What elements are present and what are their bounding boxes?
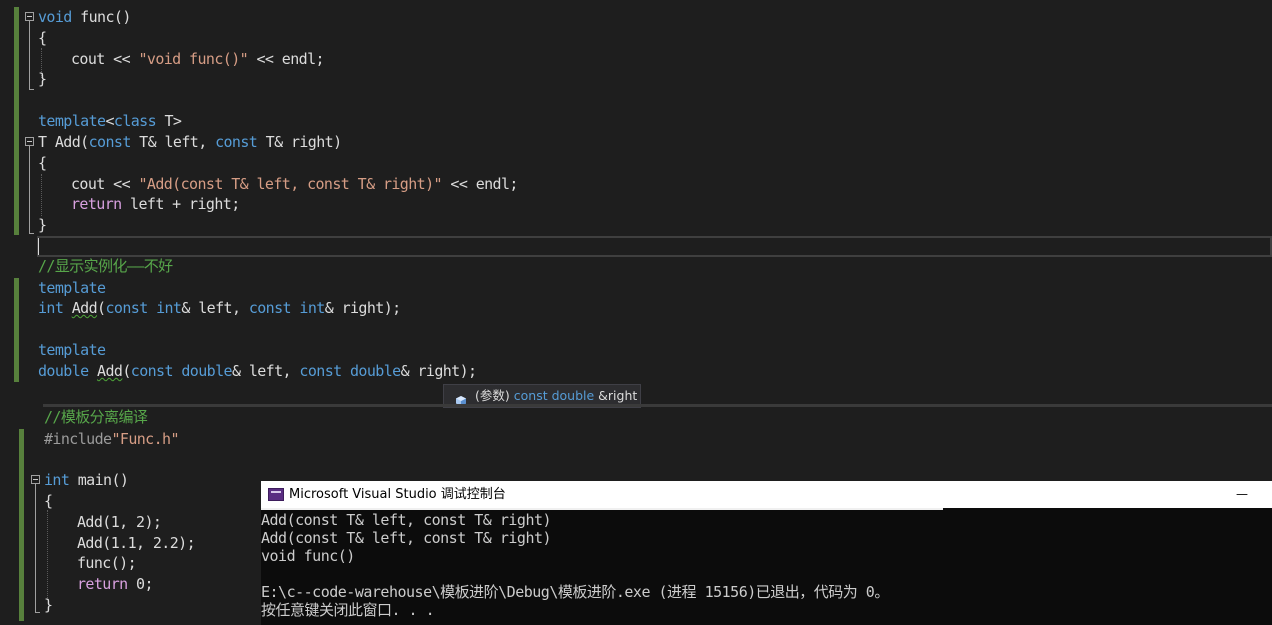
code-text: cout << <box>71 50 139 68</box>
keyword: template <box>38 279 106 297</box>
code-line[interactable]: template<class T> <box>0 111 1272 132</box>
string-literal: "Add(const T& left, const T& right)" <box>138 175 442 193</box>
code-line[interactable]: #include"Func.h" <box>0 429 1272 450</box>
code-line[interactable]: template <box>0 340 1272 361</box>
keyword: template <box>38 341 106 359</box>
code-line[interactable]: return left + right; <box>0 194 1272 215</box>
code-line[interactable]: cout << "Add(const T& left, const T& rig… <box>0 174 1272 195</box>
code-text: << endl; <box>248 50 324 68</box>
keyword: int <box>44 471 70 489</box>
keyword: class <box>113 112 157 130</box>
code-text: << endl; <box>441 175 518 193</box>
code-line[interactable]: { <box>0 153 1272 174</box>
code-line[interactable]: } <box>0 69 1272 90</box>
function-name: Add <box>71 299 98 317</box>
keyword: const <box>88 133 132 151</box>
code-text: & right); <box>400 362 477 380</box>
code-text: { <box>38 154 47 172</box>
code-line[interactable]: cout << "void func()" << endl; <box>0 49 1272 70</box>
code-line[interactable]: template <box>0 278 1272 299</box>
code-text: cout << <box>71 175 139 193</box>
code-line[interactable]: { <box>0 28 1272 49</box>
console-title: Microsoft Visual Studio 调试控制台 <box>289 487 506 502</box>
current-line-highlight[interactable] <box>37 236 1272 257</box>
code-text: < <box>105 112 114 130</box>
code-line[interactable]: int Add(const int& left, const int& righ… <box>0 298 1272 319</box>
console-output-line: Add(const T& left, const T& right) <box>261 511 552 529</box>
code-text: 0; <box>127 575 153 593</box>
code-text: left + right; <box>121 195 240 213</box>
code-text: & right); <box>324 299 401 317</box>
comment: //模板分离编译 <box>44 408 148 426</box>
console-output-line: E:\c--code-warehouse\模板进阶\Debug\模板进阶.exe… <box>261 583 889 601</box>
code-text: Add( <box>46 133 89 151</box>
code-text: & left, <box>181 299 249 317</box>
code-text: Add(1, 2); <box>77 513 162 531</box>
keyword: const <box>105 299 148 317</box>
keyword: return <box>71 195 122 213</box>
text-caret <box>38 238 39 255</box>
console-title-bar[interactable]: Microsoft Visual Studio 调试控制台 — <box>261 481 1272 508</box>
tooltip-type: const double <box>513 388 595 403</box>
string-literal: "Func.h" <box>111 430 179 448</box>
code-text: func(); <box>77 554 137 572</box>
keyword: double <box>38 362 89 380</box>
code-line[interactable]: } <box>0 215 1272 236</box>
code-line[interactable]: //显示实例化——不好 <box>0 256 1272 277</box>
code-text: T& left, <box>130 133 216 151</box>
keyword: const <box>130 362 174 380</box>
keyword: const <box>215 133 258 151</box>
code-line[interactable]: void func() <box>0 7 1272 28</box>
code-text: T& right) <box>257 133 342 151</box>
code-text: T> <box>156 112 182 130</box>
debug-console-window[interactable]: Microsoft Visual Studio 调试控制台 — Add(cons… <box>261 481 1272 625</box>
keyword: const <box>248 299 292 317</box>
preprocessor: #include <box>44 430 112 448</box>
keyword: int <box>38 299 64 317</box>
string-literal: "void func()" <box>138 50 249 68</box>
code-text: } <box>44 596 53 614</box>
code-line[interactable]: T Add(const T& left, const T& right) <box>0 132 1272 153</box>
code-text: ( <box>122 362 131 380</box>
code-text: Add(1.1, 2.2); <box>77 534 196 552</box>
keyword: const <box>299 362 342 380</box>
console-output-line: Add(const T& left, const T& right) <box>261 529 552 547</box>
parameter-cube-icon <box>456 391 466 406</box>
keyword: int <box>156 299 182 317</box>
code-text: { <box>44 492 53 510</box>
minimize-button[interactable]: — <box>1236 481 1248 508</box>
console-app-icon <box>268 488 284 501</box>
code-line[interactable]: //模板分离编译 <box>0 407 1272 428</box>
console-output-line: void func() <box>261 547 355 565</box>
code-text: } <box>38 216 47 234</box>
comment: //显示实例化——不好 <box>38 257 173 275</box>
code-text: } <box>38 70 47 88</box>
tooltip-name: &right <box>598 388 638 403</box>
code-line[interactable]: double Add(const double& left, const dou… <box>0 361 1272 382</box>
console-scroll-edge <box>261 508 943 510</box>
function-name: Add <box>97 362 123 380</box>
code-text: func() <box>71 8 131 26</box>
keyword: double <box>350 362 401 380</box>
console-output-line: 按任意键关闭此窗口. . . <box>261 601 435 619</box>
code-text: & left, <box>231 362 300 380</box>
code-text: main() <box>69 471 129 489</box>
keyword: void <box>38 8 72 26</box>
keyword: template <box>38 112 106 130</box>
keyword: double <box>181 362 232 380</box>
keyword: int <box>299 299 325 317</box>
keyword: return <box>77 575 128 593</box>
tooltip-prefix: (参数) <box>475 388 510 403</box>
code-text: { <box>38 29 47 47</box>
